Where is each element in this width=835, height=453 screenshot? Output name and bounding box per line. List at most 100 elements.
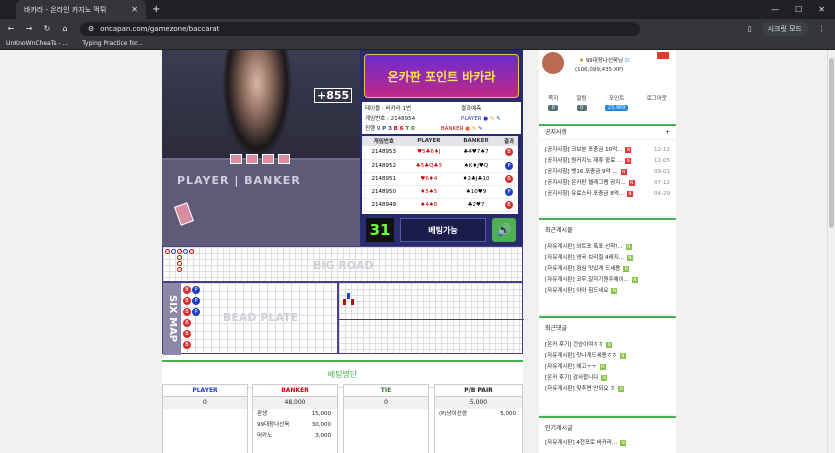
dealer-image: [222, 50, 292, 160]
notice-date: 09-01: [654, 169, 670, 175]
card-image: [278, 154, 290, 164]
six-map-mark: B: [183, 286, 191, 294]
notice-item[interactable]: [공지사항] 벳16 포충금 9억 ... N 09-01: [539, 167, 676, 178]
profile-xp: (106,099,435 XP): [575, 67, 624, 73]
notice-title: 공지사항: [545, 129, 568, 136]
new-badge: N: [625, 158, 632, 164]
back-icon[interactable]: ←: [4, 24, 18, 33]
notice-item[interactable]: [공지사항] 크보본 포충금 10억... N 12-12: [539, 145, 676, 156]
bet-amount: 30,000: [311, 422, 331, 428]
game-info: 테이블 : 바카라 1번 결과예측 게임번호 : 2148954 PLAYER ● …: [362, 102, 521, 134]
stat-3[interactable]: 로그아웃: [646, 94, 667, 111]
settings-button[interactable]: [657, 52, 669, 59]
menu-icon[interactable]: ⋮: [818, 25, 825, 33]
result-cell: B: [499, 172, 518, 186]
player-cards: ♣5♣Q♣3: [405, 159, 453, 173]
maximize-icon[interactable]: ☐: [795, 5, 802, 14]
add-icon[interactable]: +: [665, 126, 670, 139]
scrollbar-thumb[interactable]: [829, 58, 834, 228]
close-window-icon[interactable]: ✕: [818, 5, 825, 14]
stat-value: [646, 105, 667, 111]
popular-item[interactable]: [자유게시판] 4천포로 바카라... N: [539, 438, 676, 449]
guest-mode-badge[interactable]: 시크릿 모드: [761, 21, 808, 36]
comment-item-text: [자유게시판] 에고ㅜㅜ: [545, 364, 597, 370]
col-header: PLAYER: [405, 136, 453, 146]
browser-tab[interactable]: 바카라 - 온라인 카지노 먹튀 ✕: [16, 0, 146, 19]
tab-close-icon[interactable]: ✕: [131, 5, 138, 14]
pair-total: 5,000: [435, 397, 522, 409]
baccarat-table-image: PLAYER | BANKER: [162, 154, 360, 246]
tie-total: 0: [344, 397, 428, 409]
six-map-mark: B: [183, 319, 191, 327]
result-row: 2148951 ♥6♦4 ♦2♣J♣10 B: [362, 172, 518, 186]
post-item-text: [자유게시판] 점심 맛있게 드세용: [545, 266, 621, 272]
post-item[interactable]: [자유게시판] 아아 힘드네요 N: [539, 286, 676, 297]
home-icon[interactable]: ⌂: [58, 24, 72, 33]
banker-cards: ♣4♥7♠7: [452, 146, 500, 160]
bet-boxes: PLAYER 0 BANKER 48,000 판생 15,000 99대장나선욱 30…: [162, 384, 523, 453]
stat-label: 쪽지: [548, 96, 559, 102]
post-item[interactable]: [자유게시판] 영국 브리칠 4레지... N: [539, 253, 676, 264]
big-road: BIG ROAD: [162, 246, 523, 282]
game-number: 2148950: [362, 185, 406, 199]
notice-item[interactable]: [공지사항] 원커지노 재휴 중료 ... N 12-05: [539, 156, 676, 167]
player-cards: ♥5♣6♦J: [405, 146, 453, 160]
result-cell: P: [499, 159, 518, 173]
url-field[interactable]: ⚙ oncapan.com/gamezone/baccarat: [80, 21, 640, 36]
predict-banker[interactable]: BANKER: [441, 126, 464, 132]
stat-2[interactable]: 포인트 23,969: [604, 94, 629, 111]
comment-item[interactable]: [온카 후기] 감사합니다 N: [539, 373, 676, 384]
tie-bet-box: TIE 0: [343, 384, 429, 453]
table-label: 테이블 : 바카라 1번: [365, 106, 412, 112]
sound-icon[interactable]: 🔊: [492, 218, 516, 242]
tab-title: 바카라 - 온라인 카지노 먹튀: [24, 5, 107, 14]
new-badge: N: [628, 180, 635, 186]
card-shoe-image: [174, 202, 194, 226]
post-item[interactable]: [자유게시판] 점심 맛있게 드세용 N: [539, 264, 676, 275]
bookmark-item[interactable]: Typing Practice for...: [82, 40, 143, 47]
comment-item[interactable]: [자유게시판] 맞추면 안되요 ㅎN: [539, 384, 676, 395]
forward-icon[interactable]: →: [22, 24, 36, 33]
new-badge: N: [620, 169, 627, 175]
minimize-icon[interactable]: —: [771, 5, 779, 14]
page-scrollbar[interactable]: [827, 50, 835, 453]
new-badge: N: [601, 375, 608, 381]
comment-item[interactable]: [자유게시판] 에고ㅜㅜ N: [539, 362, 676, 373]
stat-1[interactable]: 알림 0: [576, 94, 587, 111]
bead-plate-label: BEAD PLATE: [223, 311, 299, 324]
post-item[interactable]: [자유게시판] 코우.갈자기원주예이... N: [539, 275, 676, 286]
notice-item[interactable]: [공지사항] 온카판 텔레그램 공지... N 07-12: [539, 178, 676, 189]
bet-entry: 99대장나선욱 30,000: [253, 420, 337, 431]
stat-value: 0: [576, 105, 587, 111]
road-mark: [165, 249, 170, 254]
col-header: BANKER: [452, 136, 500, 146]
site-info-icon[interactable]: ⚙: [88, 25, 94, 33]
popular-section: 인기게시글 [자유게시판] 4천포로 바카라... N: [539, 416, 676, 453]
player-cards: ♥6♦4: [405, 172, 453, 186]
stat-0[interactable]: 쪽지 0: [548, 94, 559, 111]
comment-item[interactable]: [자유게시판] 맛나게드세용ㅎㅎ N: [539, 351, 676, 362]
post-item[interactable]: [자유게시판] 와트포 폭포 선착!... N: [539, 242, 676, 253]
new-badge: N: [606, 342, 613, 348]
new-badge: N: [631, 277, 638, 283]
reload-icon[interactable]: ↻: [40, 24, 54, 33]
derived-roads: [338, 282, 524, 354]
profile-name[interactable]: ♦ 99대장나선욱님 ☑: [579, 56, 630, 64]
notice-item[interactable]: [공지사항] 유료스타 포충금 8억... N 04-29: [539, 189, 676, 200]
result-badge: B: [504, 174, 513, 183]
notice-date: 07-12: [654, 180, 670, 186]
new-tab-icon[interactable]: +: [152, 4, 160, 15]
predict-player[interactable]: PLAYER: [461, 116, 482, 122]
post-item-text: [자유게시판] 아아 힘드네요: [545, 288, 609, 294]
six-map-mark: B: [183, 297, 191, 305]
six-map-label: SIX MAP: [163, 283, 181, 355]
bet-amount: 15,000: [311, 411, 331, 417]
result-badge: B: [504, 148, 513, 157]
sidebar-icon[interactable]: ▯: [748, 25, 752, 33]
bookmark-item[interactable]: UnKnoWnCheaTs - ...: [6, 40, 68, 47]
comment-item-text: [온카 후기] 감사합니다: [545, 375, 599, 381]
page-viewport: +855 PLAYER | BANKER 온카판 포인트 바카라 테이블 : 바…: [0, 50, 827, 453]
notice-section: 공지사항 + [공지사항] 크보본 포충금 10억... N 12-12 [공지사항] …: [539, 124, 676, 216]
notice-text: [공지사항] 원커지노 재휴 중료 ...: [545, 158, 623, 164]
comment-item[interactable]: [온카 후기] 건승이여ㅎㅎ N: [539, 340, 676, 351]
